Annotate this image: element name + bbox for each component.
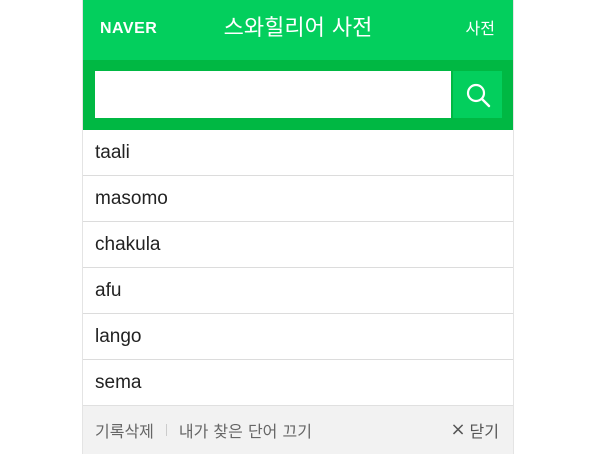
search-bar [83,60,513,130]
delete-history-button[interactable]: 기록삭제 [95,418,154,442]
list-item[interactable]: chakula [83,222,513,268]
header: NAVER 스와힐리어 사전 사전 [83,0,513,60]
recent-words-list: taali masomo chakula afu lango sema [83,130,513,406]
history-footer: 기록삭제 내가 찾은 단어 끄기 × 닫기 [83,405,513,454]
disable-history-button[interactable]: 내가 찾은 단어 끄기 [179,418,312,442]
list-item[interactable]: masomo [83,176,513,222]
close-label: 닫기 [469,422,499,441]
dictionary-link[interactable]: 사전 [466,18,495,40]
close-icon: × [450,419,466,440]
list-item[interactable]: lango [83,314,513,360]
divider [165,424,167,436]
page-title: 스와힐리어 사전 [223,16,373,41]
list-item[interactable]: afu [83,268,513,314]
dictionary-app: NAVER 스와힐리어 사전 사전 taali masomo chakula a… [82,0,514,454]
list-item[interactable]: taali [83,130,513,176]
search-input[interactable] [95,71,451,118]
close-button[interactable]: × 닫기 [450,418,499,442]
list-item[interactable]: sema [83,360,513,406]
search-icon [466,83,490,107]
search-button[interactable] [453,71,502,118]
